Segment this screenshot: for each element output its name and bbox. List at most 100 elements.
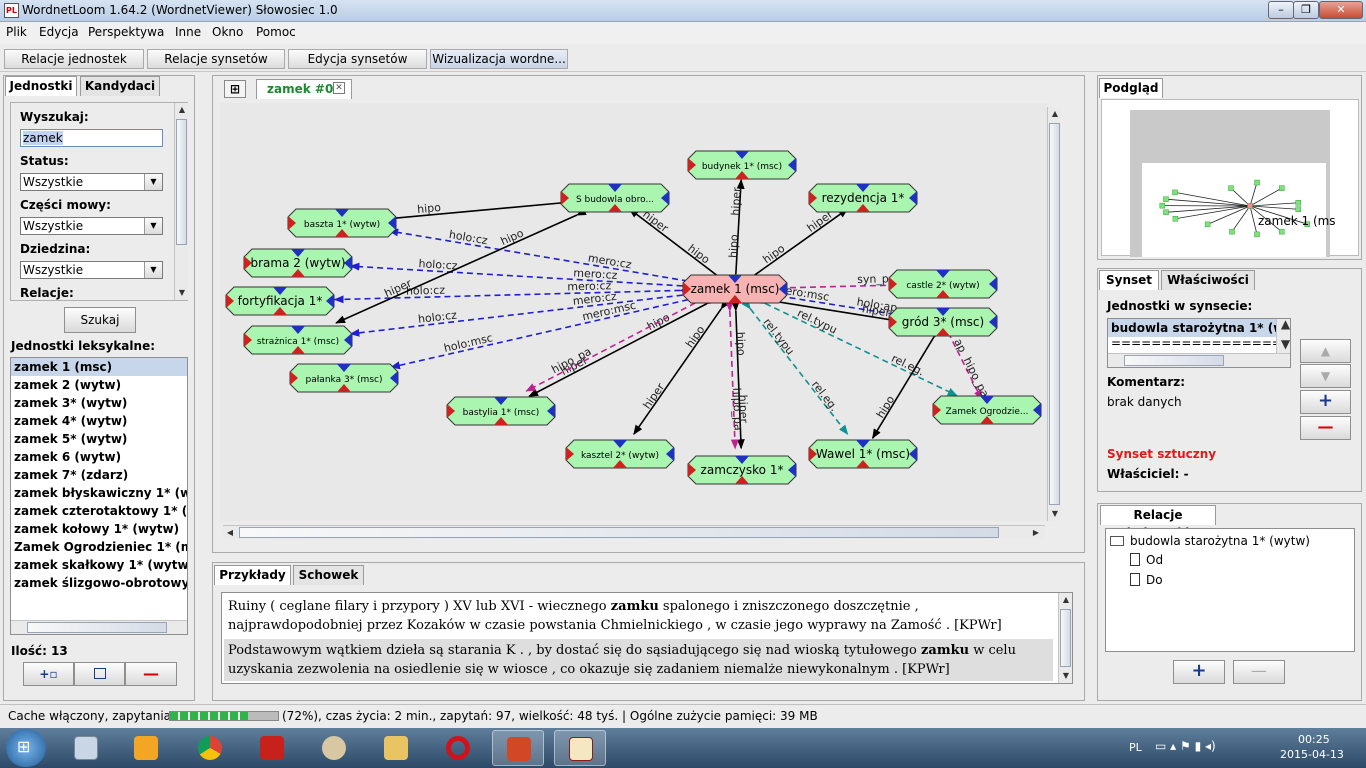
taskbar-calculator[interactable] [60, 730, 112, 766]
graph-node[interactable]: zamczysko 1* [687, 455, 797, 485]
graph-edge[interactable] [528, 295, 717, 398]
remove-unit-button[interactable]: — [125, 662, 177, 686]
list-item[interactable]: zamek błyskawiczny 1* (wytw) [11, 484, 187, 502]
perspective-synset-relations[interactable]: Relacje synsetów [147, 49, 285, 69]
list-item[interactable]: zamek 3* (wytw) [11, 394, 187, 412]
move-down-button[interactable]: ▼ [1300, 364, 1351, 388]
graph-node[interactable]: bastylia 1* (msc) [446, 396, 556, 426]
list-item[interactable]: zamek 2 (wytw) [11, 376, 187, 394]
remove-synset-unit-button[interactable]: — [1300, 416, 1351, 440]
graph-node[interactable]: baszta 1* (wytw) [287, 208, 397, 238]
graph-node[interactable]: budynek 1* (msc) [687, 150, 797, 180]
graph-edge[interactable] [389, 293, 698, 370]
move-up-button[interactable]: ▲ [1300, 339, 1351, 363]
clock-date[interactable]: 2015-04-13 [1280, 748, 1344, 761]
preview-canvas[interactable]: zamek 1 (ms [1101, 99, 1359, 257]
graph-node[interactable]: Wawel 1* (msc) [808, 439, 918, 469]
menu-inne[interactable]: Inne [175, 25, 201, 39]
list-item[interactable]: zamek 5* (wytw) [11, 430, 187, 448]
tab-podglad[interactable]: Podgląd [1099, 78, 1163, 98]
domain-select[interactable]: Wszystkie ▼ [20, 261, 163, 279]
graph-node[interactable]: strażnica 1* (msc) [243, 325, 353, 355]
add-synset-unit-button[interactable]: + [1300, 390, 1351, 414]
list-item[interactable]: zamek 4* (wytw) [11, 412, 187, 430]
list-item[interactable]: budowla starożytna 1* (wytw) [1108, 319, 1290, 337]
tree-node-od[interactable]: Od [1130, 553, 1163, 567]
tree-root[interactable]: budowla starożytna 1* (wytw) [1110, 534, 1310, 548]
menu-pomoc[interactable]: Pomoc [256, 25, 296, 39]
examples-scrollbar[interactable]: ▲ ▼ [1058, 593, 1072, 683]
menu-perspektywa[interactable]: Perspektywa [88, 25, 164, 39]
menu-plik[interactable]: Plik [6, 25, 27, 39]
synset-units-hscrollbar[interactable] [1108, 353, 1290, 367]
graph-vscrollbar[interactable]: ▲ ▼ [1047, 107, 1061, 521]
synset-units-scrollbar[interactable]: ▲ ▼ [1276, 319, 1290, 353]
graph-node[interactable]: castle 2* (wytw) [888, 269, 998, 299]
search-button[interactable]: Szukaj [64, 307, 136, 333]
units-hscrollbar[interactable] [11, 620, 187, 634]
list-item[interactable]: ============================= [1108, 337, 1276, 350]
taskbar-paint[interactable] [308, 730, 360, 766]
list-item[interactable]: zamek czterotaktowy 1* (wytw) [11, 502, 187, 520]
graph-node[interactable]: pałanka 3* (msc) [289, 363, 399, 393]
minimize-button[interactable]: – [1268, 1, 1294, 19]
close-button[interactable]: ✕ [1319, 1, 1363, 19]
graph-node[interactable]: fortyfikacja 1* [225, 286, 335, 316]
pos-select[interactable]: Wszystkie ▼ [20, 217, 163, 235]
tab-relacje-jednostki[interactable]: Relacje jednostki [1100, 505, 1216, 540]
taskbar-pdf[interactable] [246, 730, 298, 766]
list-item[interactable]: zamek skałkowy 1* (wytw) [11, 556, 187, 574]
tree-node-do[interactable]: Do [1130, 573, 1163, 587]
graph-edge[interactable] [373, 196, 592, 224]
taskbar-opera[interactable] [432, 730, 484, 766]
graph-node[interactable]: Zamek Ogrodzie... [932, 395, 1042, 425]
maximize-button[interactable]: ❐ [1293, 1, 1319, 19]
taskbar-explorer[interactable] [370, 730, 422, 766]
list-item[interactable]: zamek ślizgowo-obrotowy 1* (w [11, 574, 187, 592]
menu-edycja[interactable]: Edycja [39, 25, 79, 39]
tab-synset[interactable]: Synset [1099, 270, 1159, 290]
tab-wlasciwosci[interactable]: Właściwości [1161, 270, 1255, 290]
taskbar-chrome[interactable] [184, 730, 236, 766]
language-indicator[interactable]: PL [1129, 741, 1142, 754]
graph-node[interactable]: zamek 1 (msc) [682, 274, 788, 304]
tab-przyklady[interactable]: Przykłady [214, 565, 291, 585]
filter-scrollbar[interactable]: ▲ ▼ [174, 103, 188, 300]
new-tab-button[interactable]: ⊞ [224, 80, 246, 98]
tab-jednostki[interactable]: Jednostki [5, 76, 77, 96]
graph-node[interactable]: brama 2 (wytw) [243, 248, 353, 278]
edit-unit-button[interactable] [74, 662, 125, 686]
graph-edge[interactable] [388, 228, 698, 287]
graph-node[interactable]: S budowla obro... [560, 183, 670, 213]
example-item[interactable]: Ruiny ( ceglane filary i przypory ) XV l… [224, 595, 1053, 637]
perspective-visualization[interactable]: Wizualizacja wordne... [430, 49, 568, 69]
perspective-synset-edit[interactable]: Edycja synsetów [288, 49, 427, 69]
graph-canvas[interactable]: hiper hipo hiper hipo hiper hipo holo:cz mero:c… [220, 103, 1047, 521]
example-item[interactable]: Podstawowym wątkiem dzieła są starania K… [224, 639, 1053, 681]
perspective-unit-relations[interactable]: Relacje jednostek [4, 49, 144, 69]
graph-hscrollbar[interactable]: ◀ ▶ [223, 525, 1045, 539]
graph-node[interactable]: rezydencja 1* [808, 183, 918, 213]
tab-schowek[interactable]: Schowek [293, 565, 364, 585]
add-relation-button[interactable]: + [1173, 660, 1225, 684]
graph-edge[interactable] [871, 328, 942, 440]
graph-node[interactable]: kasztel 2* (wytw) [565, 439, 675, 469]
search-input[interactable]: zamek [20, 129, 163, 147]
tab-graph[interactable]: zamek #0 ✕ [256, 79, 352, 99]
start-button[interactable]: ⊞ [6, 729, 46, 767]
taskbar-media[interactable] [120, 730, 172, 766]
close-tab-icon[interactable]: ✕ [333, 82, 345, 94]
tab-kandydaci[interactable]: Kandydaci [80, 76, 160, 96]
list-item[interactable]: zamek 7* (zdarz) [11, 466, 187, 484]
add-unit-button[interactable]: +▫ [23, 662, 74, 686]
taskbar-powerpoint[interactable] [492, 730, 544, 766]
list-item[interactable]: zamek 1 (msc) [11, 358, 187, 376]
tray-icons[interactable]: ▭ ▴ ⚑ ▮ ◂) [1155, 739, 1216, 753]
remove-relation-button[interactable]: — [1233, 660, 1285, 684]
status-select[interactable]: Wszystkie ▼ [20, 173, 163, 191]
graph-node[interactable]: gród 3* (msc) [888, 307, 998, 337]
menu-okno[interactable]: Okno [212, 25, 243, 39]
list-item[interactable]: Zamek Ogrodzieniec 1* (msc) [11, 538, 187, 556]
taskbar-wordnetloom[interactable] [554, 730, 606, 766]
list-item[interactable]: zamek kołowy 1* (wytw) [11, 520, 187, 538]
